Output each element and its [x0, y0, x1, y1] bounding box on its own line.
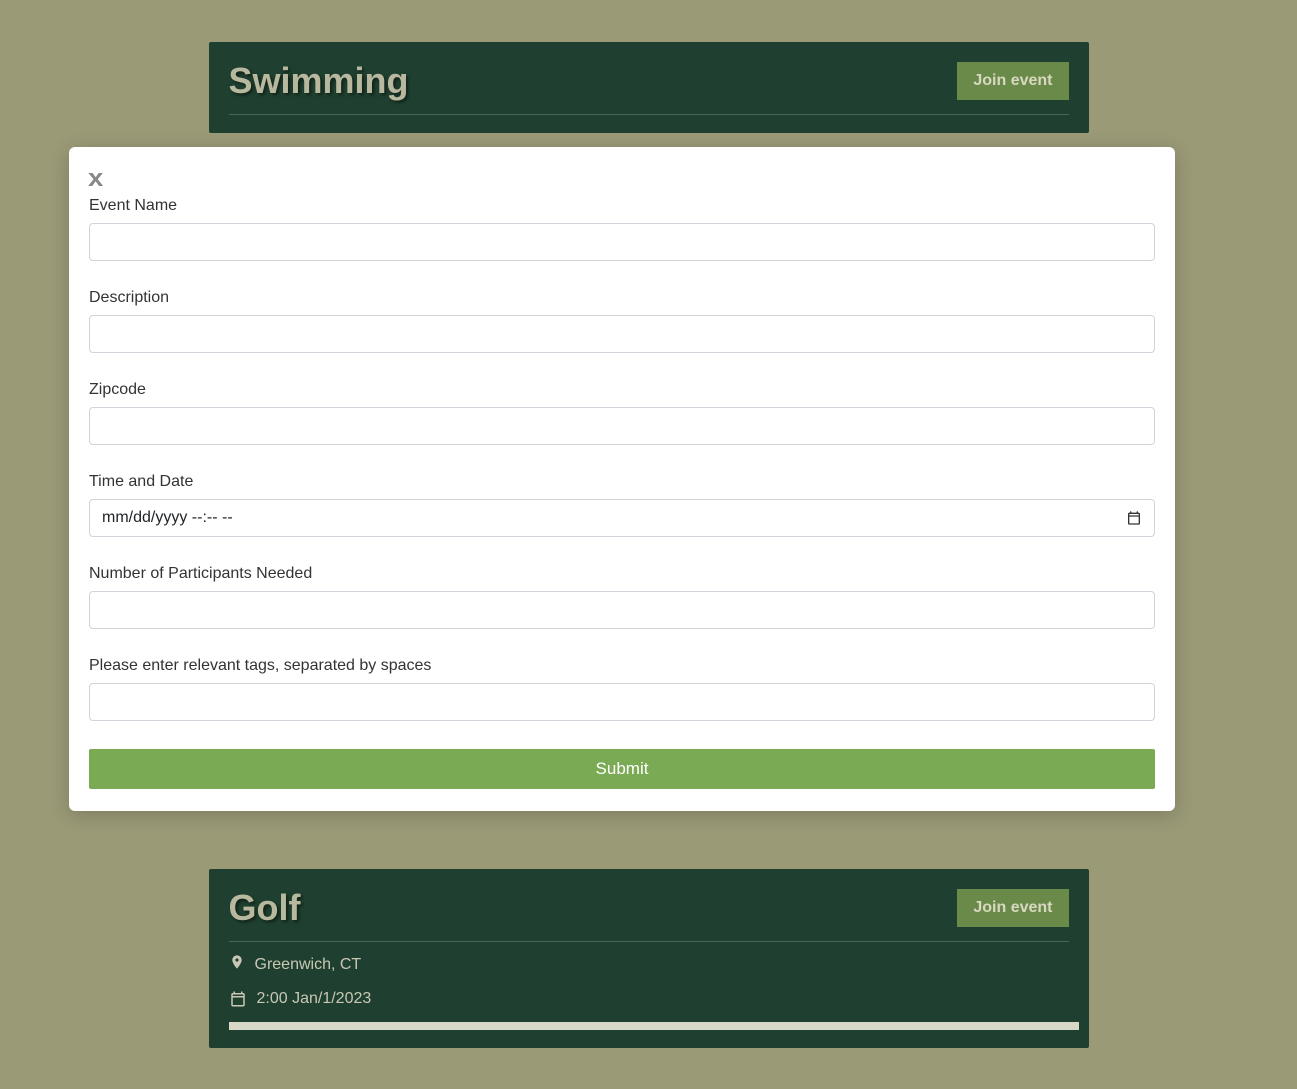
datetime-placeholder: mm/dd/yyyy --:-- -- [102, 509, 233, 527]
form-group-event-name: Event Name [89, 197, 1155, 261]
tags-label: Please enter relevant tags, separated by… [89, 657, 1155, 675]
join-event-button[interactable]: Join event [957, 62, 1068, 100]
form-group-tags: Please enter relevant tags, separated by… [89, 657, 1155, 721]
event-name-label: Event Name [89, 197, 1155, 215]
zipcode-label: Zipcode [89, 381, 1155, 399]
event-name-input[interactable] [89, 223, 1155, 261]
location-row: Greenwich, CT [229, 954, 1069, 976]
event-title: Swimming [229, 60, 409, 102]
progress-bar [229, 1022, 1079, 1030]
form-group-zipcode: Zipcode [89, 381, 1155, 445]
event-title: Golf [229, 887, 301, 929]
location-text: Greenwich, CT [255, 956, 362, 974]
submit-button[interactable]: Submit [89, 749, 1155, 789]
form-group-participants: Number of Participants Needed [89, 565, 1155, 629]
time-date-input[interactable]: mm/dd/yyyy --:-- -- [89, 499, 1155, 537]
tags-input[interactable] [89, 683, 1155, 721]
join-event-button[interactable]: Join event [957, 889, 1068, 927]
participants-label: Number of Participants Needed [89, 565, 1155, 583]
event-card-swimming: Swimming Join event [209, 42, 1089, 133]
description-input[interactable] [89, 315, 1155, 353]
map-pin-icon [229, 954, 245, 976]
card-body: Greenwich, CT 2:00 Jan/1/2023 [229, 942, 1069, 1030]
event-card-golf: Golf Join event Greenwich, CT 2:00 Jan/1… [209, 869, 1089, 1048]
card-header: Swimming Join event [229, 60, 1069, 115]
participants-input[interactable] [89, 591, 1155, 629]
create-event-modal: x Event Name Description Zipcode Time an… [69, 147, 1175, 811]
card-header: Golf Join event [229, 887, 1069, 942]
form-group-time-date: Time and Date mm/dd/yyyy --:-- -- [89, 473, 1155, 537]
datetime-text: 2:00 Jan/1/2023 [257, 990, 372, 1008]
close-icon[interactable]: x [88, 167, 103, 191]
time-date-label: Time and Date [89, 473, 1155, 491]
zipcode-input[interactable] [89, 407, 1155, 445]
calendar-icon [229, 990, 247, 1008]
description-label: Description [89, 289, 1155, 307]
datetime-row: 2:00 Jan/1/2023 [229, 990, 1069, 1008]
calendar-picker-icon[interactable] [1126, 510, 1142, 526]
form-group-description: Description [89, 289, 1155, 353]
